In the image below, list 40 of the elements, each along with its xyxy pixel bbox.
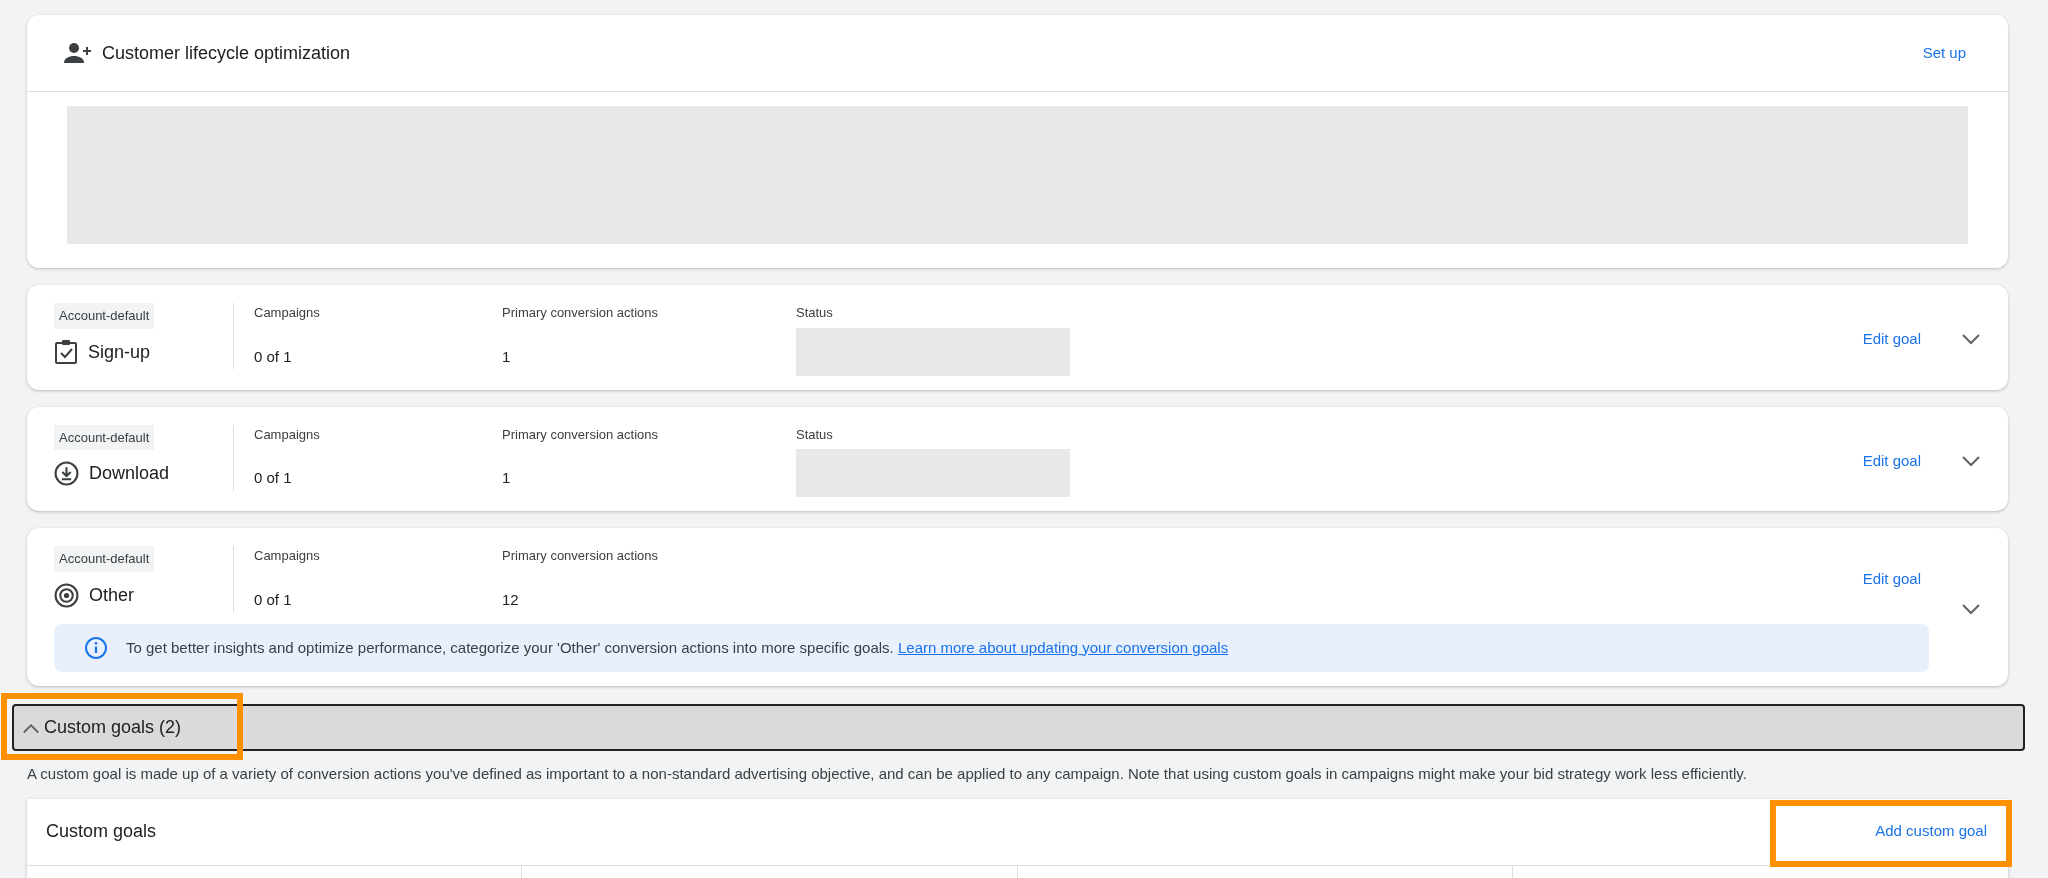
- add-person-icon: [64, 42, 92, 64]
- goal-name: Download: [89, 462, 170, 485]
- goal-name: Sign-up: [88, 340, 151, 364]
- learn-more-link[interactable]: Learn more about updating your conversion goals: [897, 638, 1229, 656]
- column-value: 12: [502, 589, 520, 610]
- expand-icon[interactable]: [1961, 333, 1981, 346]
- add-custom-goal-link[interactable]: Add custom goal: [1875, 820, 1987, 843]
- section-title: Custom goals (2): [44, 716, 182, 739]
- column-label: Status: [796, 425, 834, 444]
- target-icon: [54, 582, 79, 608]
- column-label: Primary conversion actions: [502, 547, 660, 565]
- goal-name: Other: [89, 583, 135, 607]
- column-label: Campaigns: [254, 304, 321, 322]
- expand-icon[interactable]: [1961, 603, 1981, 615]
- info-text: To get better insights and optimize performance, categorize your 'Other' conversion actions into more specific goals.: [126, 638, 895, 656]
- column-value: 0 of 1: [254, 468, 293, 488]
- clipboard-check-icon: [54, 339, 78, 365]
- edit-goal-link[interactable]: Edit goal: [1862, 328, 1921, 351]
- account-default-badge: Account-default: [54, 303, 155, 329]
- download-circle-icon: [54, 461, 79, 486]
- info-icon: [84, 636, 108, 660]
- edit-goal-link[interactable]: Edit goal: [1862, 567, 1921, 591]
- column-value: 0 of 1: [254, 346, 293, 367]
- edit-goal-link[interactable]: Edit goal: [1862, 449, 1921, 472]
- column-value: 1: [502, 468, 512, 488]
- section-description: A custom goal is made up of a variety of conversion actions you've defined as important to a non-standard advertising objective, and can be applied to any campaign. Note that using custom goals in campaigns might make your bid strategy work less efficiently.: [27, 764, 1748, 784]
- column-value: 1: [502, 346, 512, 367]
- column-label: Primary conversion actions: [502, 304, 660, 322]
- column-label: Campaigns: [254, 425, 321, 444]
- column-label: Status: [796, 304, 834, 322]
- card-title: Custom goals: [46, 820, 157, 843]
- card-title: Customer lifecycle optimization: [102, 41, 351, 65]
- set-up-link[interactable]: Set up: [1922, 41, 1966, 65]
- column-value: 0 of 1: [254, 589, 293, 610]
- column-label: Primary conversion actions: [502, 425, 660, 444]
- account-default-badge: Account-default: [54, 424, 155, 450]
- section-header-bar[interactable]: Custom goals (2): [12, 704, 2025, 751]
- expand-icon[interactable]: [1961, 454, 1981, 467]
- column-label: Campaigns: [254, 547, 321, 565]
- account-default-badge: Account-default: [54, 546, 155, 572]
